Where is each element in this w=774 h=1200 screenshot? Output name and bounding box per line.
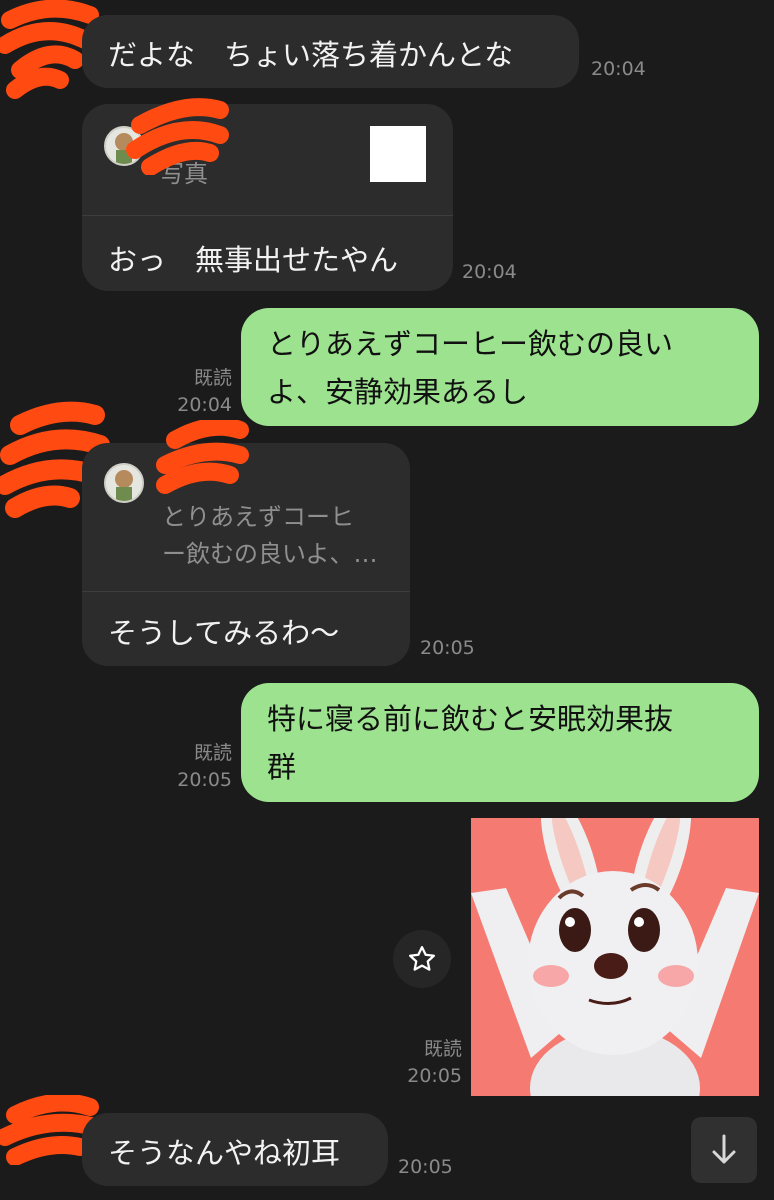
message-time: 20:05 xyxy=(407,1065,462,1087)
redaction-scribble xyxy=(126,98,229,175)
outgoing-message-bubble[interactable]: とりあえずコーヒー飲むの良い よ、安静効果あるし xyxy=(241,308,759,426)
message-bubble[interactable]: そうなんやね初耳 xyxy=(82,1113,388,1186)
message-text: そうしてみるわ〜 xyxy=(108,616,340,650)
message-text-line: よ、安静効果あるし xyxy=(267,375,529,409)
read-receipt: 既読 20:05 xyxy=(390,1036,462,1090)
quote-preview-line: ー飲むの良いよ、… xyxy=(162,540,378,568)
message-text-line: とりあえずコーヒー飲むの良い xyxy=(267,327,674,361)
message-time: 20:04 xyxy=(591,58,646,80)
favorite-sticker-button[interactable] xyxy=(393,930,451,988)
arrow-down-icon xyxy=(712,1134,736,1164)
star-icon xyxy=(409,946,435,971)
rabbit-sticker[interactable] xyxy=(471,818,759,1096)
message-time: 20:05 xyxy=(420,637,475,659)
message-time: 20:04 xyxy=(177,394,232,416)
message-text: おっ 無事出せたやん xyxy=(108,243,399,277)
outgoing-message-bubble[interactable]: 特に寝る前に飲むと安眠効果抜 群 xyxy=(241,683,759,802)
redaction-scribble xyxy=(156,420,249,494)
scroll-to-bottom-button[interactable] xyxy=(691,1117,757,1183)
quote-divider xyxy=(82,215,453,216)
read-label: 既読 xyxy=(193,742,232,764)
message-time: 20:05 xyxy=(177,769,232,791)
message-text-line: 群 xyxy=(267,750,297,784)
read-receipt: 既読 20:05 xyxy=(160,740,232,794)
message-time: 20:04 xyxy=(462,261,517,283)
message-time: 20:05 xyxy=(398,1156,453,1178)
read-receipt: 既読 20:04 xyxy=(160,365,232,419)
read-label: 既読 xyxy=(193,367,232,389)
quote-divider xyxy=(82,591,410,592)
avatar xyxy=(104,463,144,503)
message-text: そうなんやね初耳 xyxy=(108,1136,341,1170)
message-bubble[interactable]: だよな ちょい落ち着かんとな xyxy=(82,15,579,88)
message-text: だよな ちょい落ち着かんとな xyxy=(108,38,514,72)
message-text-line: 特に寝る前に飲むと安眠効果抜 xyxy=(267,702,674,736)
photo-thumbnail xyxy=(370,126,426,182)
read-label: 既読 xyxy=(423,1038,462,1060)
